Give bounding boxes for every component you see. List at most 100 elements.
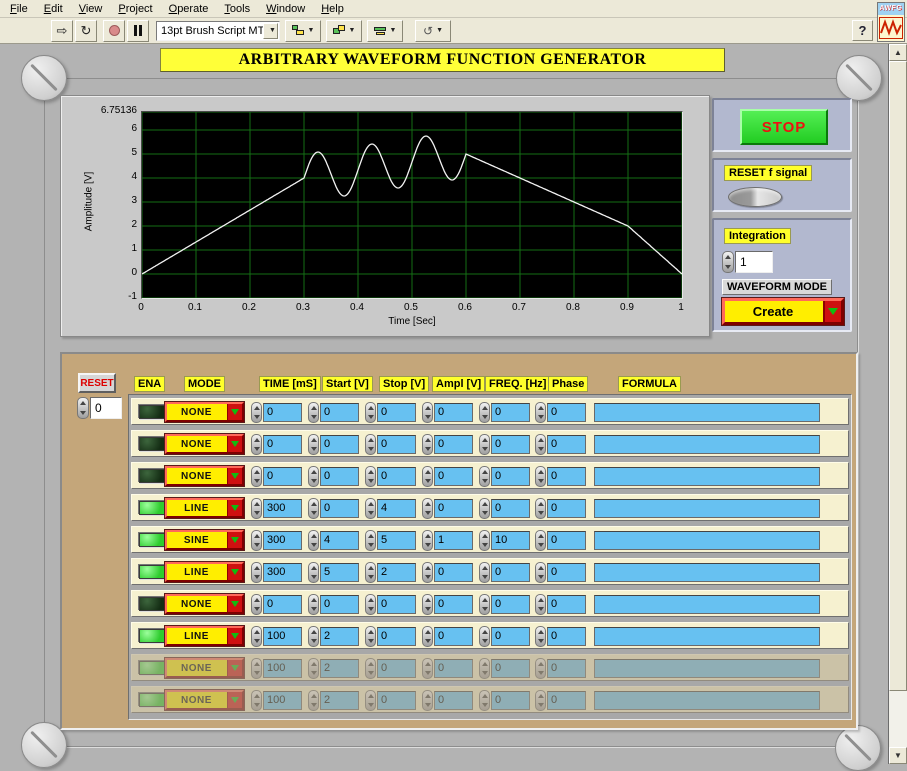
spin-up-icon[interactable] [366,563,375,573]
spin-up-icon[interactable] [366,435,375,445]
formula-field[interactable] [594,627,820,646]
freq-spinner[interactable] [479,626,490,647]
spin-up-icon[interactable] [536,467,545,477]
ampl-spinner[interactable] [422,434,433,455]
mode-dropdown[interactable]: NONE [165,594,244,614]
spin-down-icon[interactable] [309,605,318,615]
menu-window[interactable]: Window [258,1,313,17]
time-spinner[interactable] [251,466,262,487]
ampl-value-field[interactable]: 0 [434,467,473,486]
spin-up-icon[interactable] [309,563,318,573]
start-spinner[interactable] [308,434,319,455]
ampl-spinner[interactable] [422,530,433,551]
spin-up-icon[interactable] [309,499,318,509]
spin-down-icon[interactable] [423,413,432,423]
formula-field[interactable] [594,467,820,486]
spin-down-icon[interactable] [536,509,545,519]
spin-up-icon[interactable] [536,435,545,445]
time-spinner[interactable] [251,594,262,615]
scroll-down-button[interactable]: ▼ [889,747,907,764]
mode-dropdown[interactable]: NONE [165,402,244,422]
stop-value-field[interactable]: 2 [377,563,416,582]
ampl-spinner[interactable] [422,498,433,519]
stop-value-field[interactable]: 0 [377,627,416,646]
ampl-spinner[interactable] [422,562,433,583]
integration-value-field[interactable]: 1 [735,251,773,273]
phase-value-field[interactable]: 0 [547,467,586,486]
freq-spinner[interactable] [479,498,490,519]
spin-down-icon[interactable] [480,541,489,551]
spin-down-icon[interactable] [480,605,489,615]
spin-down-icon[interactable] [536,477,545,487]
waveform-mode-dropdown[interactable]: Create [722,298,844,325]
phase-value-field[interactable]: 0 [547,595,586,614]
time-value-field[interactable]: 300 [263,499,302,518]
phase-spinner[interactable] [535,498,546,519]
phase-value-field[interactable]: 0 [547,499,586,518]
spin-up-icon[interactable] [480,531,489,541]
spin-down-icon[interactable] [480,477,489,487]
spin-up-icon[interactable] [252,531,261,541]
spin-up-icon[interactable] [536,403,545,413]
spin-up-icon[interactable] [536,627,545,637]
pause-button[interactable] [127,19,149,42]
spin-down-icon[interactable] [252,605,261,615]
spin-up-icon[interactable] [536,531,545,541]
freq-spinner[interactable] [479,594,490,615]
freq-value-field[interactable]: 10 [491,531,530,550]
reset-f-signal-switch[interactable] [728,187,782,207]
freq-value-field[interactable]: 0 [491,403,530,422]
phase-value-field[interactable]: 0 [547,563,586,582]
stop-value-field[interactable]: 0 [377,467,416,486]
spin-up-icon[interactable] [536,499,545,509]
spin-up-icon[interactable] [309,435,318,445]
ampl-value-field[interactable]: 0 [434,435,473,454]
menu-view[interactable]: View [71,1,111,17]
spin-down-icon[interactable] [366,605,375,615]
start-value-field[interactable]: 0 [320,435,359,454]
start-spinner[interactable] [308,530,319,551]
spin-down-icon[interactable] [423,541,432,551]
spin-up-icon[interactable] [480,467,489,477]
stop-spinner[interactable] [365,402,376,423]
spin-up-icon[interactable] [366,531,375,541]
ampl-spinner[interactable] [422,626,433,647]
ampl-value-field[interactable]: 0 [434,499,473,518]
stop-value-field[interactable]: 5 [377,531,416,550]
start-spinner[interactable] [308,594,319,615]
spin-up-icon[interactable] [366,467,375,477]
stop-spinner[interactable] [365,594,376,615]
formula-field[interactable] [594,499,820,518]
stop-button[interactable]: STOP [740,109,828,145]
spin-down-icon[interactable] [309,509,318,519]
spin-up-icon[interactable] [723,252,733,262]
time-spinner[interactable] [251,626,262,647]
stop-spinner[interactable] [365,498,376,519]
time-value-field[interactable]: 0 [263,403,302,422]
resize-objects-button[interactable]: ▼ [367,19,403,42]
spin-up-icon[interactable] [423,435,432,445]
spin-down-icon[interactable] [536,605,545,615]
start-value-field[interactable]: 0 [320,467,359,486]
formula-field[interactable] [594,595,820,614]
mode-dropdown[interactable]: NONE [165,434,244,454]
integration-spinner[interactable] [722,251,734,273]
spin-up-icon[interactable] [78,398,88,408]
stop-spinner[interactable] [365,434,376,455]
enable-led[interactable] [139,565,165,579]
spin-down-icon[interactable] [366,477,375,487]
spin-down-icon[interactable] [423,605,432,615]
enable-led[interactable] [139,501,165,515]
stop-value-field[interactable]: 0 [377,403,416,422]
spin-down-icon[interactable] [252,541,261,551]
phase-spinner[interactable] [535,434,546,455]
spin-down-icon[interactable] [423,445,432,455]
stop-spinner[interactable] [365,466,376,487]
spin-down-icon[interactable] [480,637,489,647]
spin-up-icon[interactable] [252,499,261,509]
run-continuous-button[interactable]: ↻ [75,19,97,42]
spin-down-icon[interactable] [252,413,261,423]
spin-down-icon[interactable] [480,445,489,455]
spin-down-icon[interactable] [423,573,432,583]
phase-spinner[interactable] [535,466,546,487]
